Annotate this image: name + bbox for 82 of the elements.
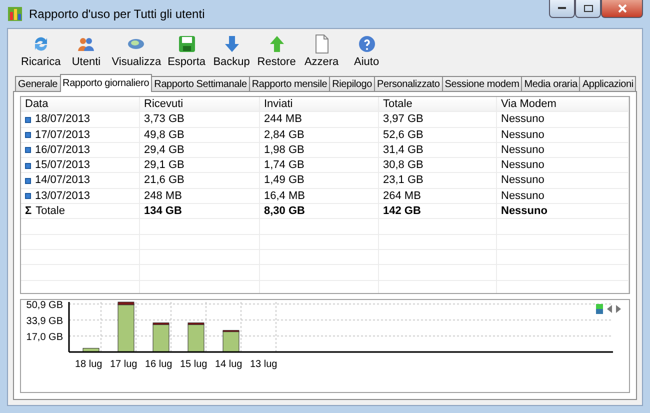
axis-tick-label: 17 lug — [110, 359, 138, 370]
maximize-button[interactable] — [575, 0, 601, 18]
table-cell: 23,1 GB — [383, 173, 424, 188]
sum-symbol: Σ — [25, 204, 32, 220]
table-cell: 3,97 GB — [383, 112, 424, 128]
tab[interactable]: Generale — [15, 76, 61, 92]
tab[interactable]: Applicazioni — [579, 76, 636, 92]
table-cell: 31,4 GB — [383, 142, 424, 158]
table-cell: 1,49 GB — [264, 173, 304, 188]
table-cell: 13/07/2013 — [35, 188, 90, 204]
table-cell: 21,6 GB — [144, 173, 184, 188]
table-cell: 2,84 GB — [264, 128, 304, 143]
save-icon — [176, 34, 197, 54]
tab[interactable]: Rapporto giornaliero — [60, 74, 152, 92]
table-cell: 29,1 GB — [144, 158, 184, 174]
toolbar-button[interactable]: Ricarica — [19, 34, 63, 68]
tab[interactable]: Rapporto Settimanale — [151, 76, 250, 92]
help-icon — [356, 34, 377, 54]
axis-tick-label: 13 lug — [250, 359, 278, 370]
table-cell: 248 MB — [144, 188, 182, 204]
close-icon — [618, 4, 626, 13]
table-cell: Nessuno — [501, 112, 544, 128]
table-cell: 1,74 GB — [264, 158, 304, 174]
table-cell: 17/07/2013 — [35, 128, 90, 143]
axis-tick-label: 50,9 GB — [26, 300, 63, 311]
row-icon — [25, 147, 31, 154]
axis-tick-label: 17,0 GB — [26, 332, 63, 343]
minimize-button[interactable] — [549, 0, 575, 18]
chart-bar — [82, 348, 100, 352]
axis-tick-label: 16 lug — [145, 359, 172, 370]
tab[interactable]: Sessione modem — [442, 76, 522, 92]
toolbar-button[interactable]: Restore — [255, 34, 298, 68]
table-cell: 3,73 GB — [144, 112, 184, 128]
toolbar-button[interactable]: Esporta — [165, 34, 208, 68]
table-cell: 14/07/2013 — [35, 173, 90, 188]
left-arrow-icon[interactable] — [607, 305, 612, 313]
table-cell: 1,98 GB — [264, 142, 304, 158]
axis-tick-label: 15 lug — [180, 359, 208, 370]
table-cell: 15/07/2013 — [35, 158, 90, 174]
y-axis — [68, 302, 70, 352]
row-icon — [25, 193, 31, 200]
table-cell: 8,30 GB — [264, 204, 305, 220]
table-cell: Totale — [36, 204, 65, 220]
table-cell: 16/07/2013 — [35, 142, 90, 158]
row-icon — [25, 162, 31, 169]
toolbar-button[interactable]: Backup — [210, 34, 254, 68]
table-cell: 244 MB — [264, 112, 302, 128]
window-title: Rapporto d'uso per Tutti gli utenti — [29, 7, 206, 21]
table-cell: 30,8 GB — [383, 158, 424, 174]
table-cell: 18/07/2013 — [35, 112, 90, 128]
table-cell: Nessuno — [501, 158, 544, 174]
tab[interactable]: Personalizzato — [374, 76, 443, 92]
table-cell: 49,8 GB — [144, 128, 184, 143]
table-cell: Nessuno — [501, 204, 548, 220]
toolbar-button[interactable]: Utenti — [64, 34, 108, 68]
table-cell: 29,4 GB — [144, 142, 184, 158]
tab[interactable]: Rapporto mensile — [248, 76, 330, 92]
table-cell: 16,4 MB — [264, 188, 305, 204]
table-cell: 264 MB — [383, 188, 421, 204]
right-arrow-icon[interactable] — [616, 305, 621, 313]
table-cell: 134 GB — [144, 204, 182, 220]
minimize-icon — [558, 7, 566, 10]
axis-tick-label: 18 lug — [75, 359, 102, 370]
toolbar-button[interactable]: Visualizza — [110, 34, 164, 68]
row-icon — [25, 116, 31, 123]
toolbar-button[interactable]: Azzera — [300, 34, 344, 68]
row-icon — [25, 132, 31, 138]
app-icon — [7, 6, 23, 22]
tab[interactable]: Media oraria — [521, 76, 580, 92]
table-cell: Nessuno — [501, 188, 544, 204]
maximize-icon — [584, 5, 592, 12]
close-button[interactable] — [601, 0, 643, 18]
table-cell: 142 GB — [383, 204, 421, 220]
axis-tick-label: 14 lug — [215, 359, 242, 370]
toolbar-button[interactable]: Aiuto — [345, 34, 388, 68]
axis-tick-label: 33,9 GB — [26, 316, 63, 328]
table-cell: Nessuno — [501, 173, 544, 188]
table-cell: 52,6 GB — [383, 128, 424, 143]
row-icon — [25, 178, 31, 184]
table-cell: Nessuno — [501, 142, 544, 158]
table-cell: Nessuno — [501, 128, 544, 143]
tab[interactable]: Riepilogo — [329, 76, 375, 92]
